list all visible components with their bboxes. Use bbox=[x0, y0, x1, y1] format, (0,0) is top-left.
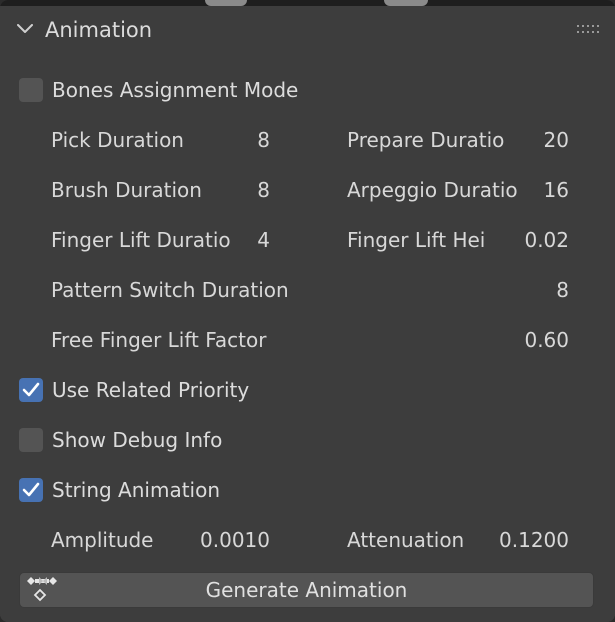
free-finger-lift-factor-value: 0.60 bbox=[524, 328, 569, 352]
brush-duration-label: Brush Duration bbox=[51, 178, 202, 202]
use-related-priority-checkbox[interactable] bbox=[19, 378, 43, 402]
pick-duration-label: Pick Duration bbox=[51, 128, 184, 152]
pick-duration-value: 8 bbox=[257, 128, 270, 152]
checkmark-icon bbox=[22, 482, 40, 497]
pattern-switch-duration-value: 8 bbox=[556, 278, 569, 302]
amplitude-label: Amplitude bbox=[51, 528, 154, 552]
checkmark-icon bbox=[22, 382, 40, 397]
amplitude-value: 0.0010 bbox=[200, 528, 270, 552]
bones-assignment-mode-checkbox[interactable] bbox=[19, 78, 43, 102]
free-finger-lift-factor-label: Free Finger Lift Factor bbox=[51, 328, 267, 352]
bones-assignment-mode-label: Bones Assignment Mode bbox=[52, 78, 299, 102]
use-related-priority-label: Use Related Priority bbox=[52, 378, 250, 402]
show-debug-info-label: Show Debug Info bbox=[52, 428, 223, 452]
chevron-down-icon[interactable] bbox=[17, 24, 33, 34]
prepare-duration-value: 20 bbox=[543, 128, 569, 152]
finger-lift-duration-label: Finger Lift Duratio bbox=[51, 228, 231, 252]
finger-lift-duration-value: 4 bbox=[257, 228, 270, 252]
pattern-switch-duration-label: Pattern Switch Duration bbox=[51, 278, 289, 302]
panel-header[interactable]: Animation bbox=[0, 6, 615, 52]
generate-animation-label: Generate Animation bbox=[205, 578, 408, 602]
panel-footer bbox=[0, 613, 615, 622]
attenuation-label: Attenuation bbox=[347, 528, 465, 552]
finger-lift-height-value: 0.02 bbox=[524, 228, 569, 252]
panel-title: Animation bbox=[45, 18, 153, 42]
prepare-duration-label: Prepare Duratio bbox=[347, 128, 505, 152]
grip-dots-icon[interactable] bbox=[577, 25, 599, 35]
show-debug-info-checkbox[interactable] bbox=[19, 428, 43, 452]
attenuation-value: 0.1200 bbox=[499, 528, 569, 552]
arpeggio-duration-label: Arpeggio Duratio bbox=[347, 178, 518, 202]
brush-duration-value: 8 bbox=[257, 178, 270, 202]
animation-panel: Animation Bones Assignment Mode Pick Dur… bbox=[0, 0, 615, 622]
arpeggio-duration-value: 16 bbox=[543, 178, 569, 202]
string-animation-checkbox[interactable] bbox=[19, 478, 43, 502]
finger-lift-height-label: Finger Lift Hei bbox=[347, 228, 486, 252]
string-animation-label: String Animation bbox=[52, 478, 221, 502]
generate-animation-button[interactable]: Generate Animation bbox=[19, 572, 594, 608]
